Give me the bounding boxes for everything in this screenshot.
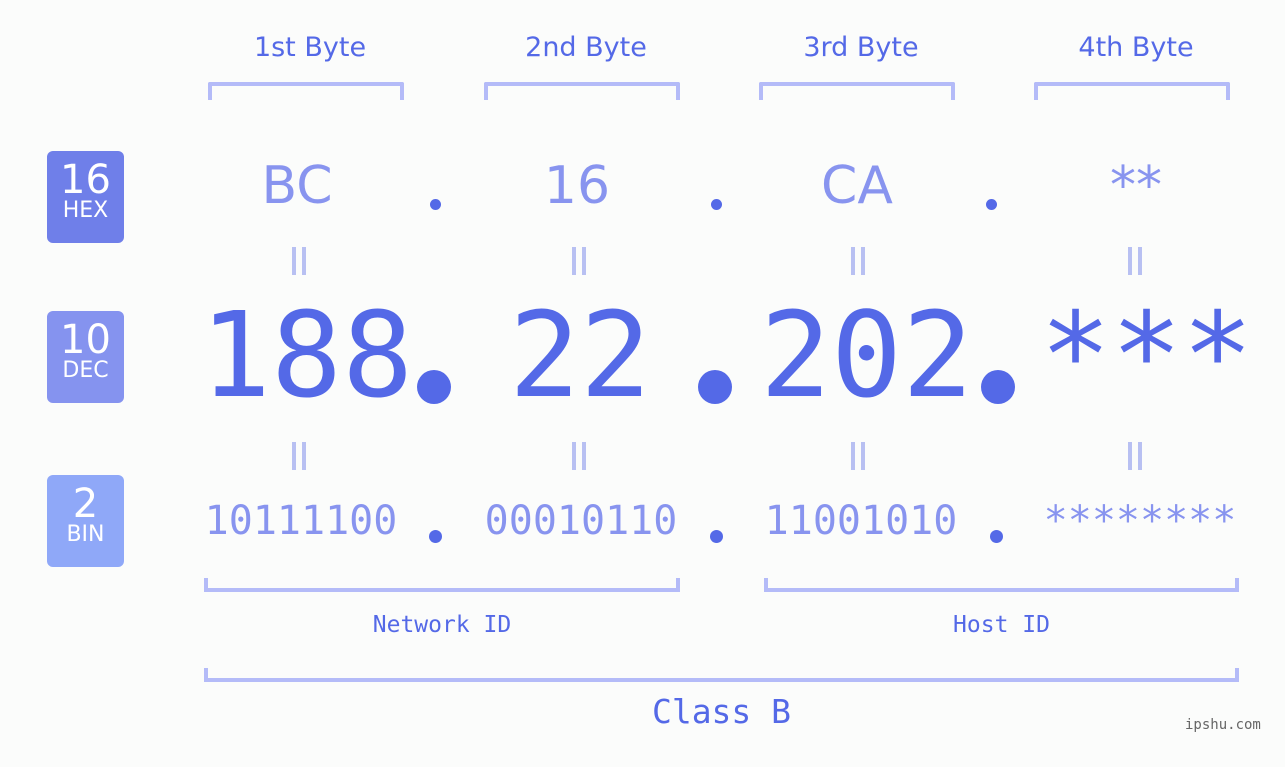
watermark: ipshu.com	[1185, 717, 1261, 733]
equals-icon	[1128, 442, 1142, 470]
dec-octet-2: 22	[508, 286, 652, 424]
hex-octet-1: BC	[261, 156, 333, 216]
hex-badge: 16 HEX	[47, 151, 124, 243]
equals-icon	[1128, 247, 1142, 275]
class-label: Class B	[651, 692, 792, 731]
dec-badge-base: 10	[60, 317, 111, 363]
dec-badge: 10 DEC	[47, 311, 124, 403]
equals-icon	[292, 247, 306, 275]
host-id-label: Host ID	[953, 612, 1050, 638]
bin-badge-base: 2	[72, 481, 99, 527]
dec-badge-label: DEC	[62, 358, 109, 383]
hex-dot-2	[711, 199, 722, 210]
dec-octet-3: 202	[760, 286, 974, 424]
equals-icon	[851, 247, 865, 275]
network-id-label: Network ID	[372, 612, 512, 638]
bin-octet-1: 10111100	[204, 498, 398, 544]
equals-icon	[572, 247, 586, 275]
bin-badge-label: BIN	[66, 522, 105, 547]
equals-icon	[572, 442, 586, 470]
equals-icon	[851, 442, 865, 470]
class-bracket	[204, 668, 1239, 682]
bin-dot-2	[710, 530, 723, 543]
bin-octet-3: 11001010	[764, 498, 958, 544]
dec-dot-3	[981, 370, 1015, 404]
bin-dot-3	[990, 530, 1003, 543]
byte-bracket-4	[1034, 82, 1230, 100]
bin-badge: 2 BIN	[47, 475, 124, 567]
bin-octet-4: ********	[1043, 498, 1237, 544]
bin-dot-1	[429, 530, 442, 543]
dec-dot-1	[417, 370, 451, 404]
byte-bracket-1	[208, 82, 404, 100]
byte-header-2: 2nd Byte	[525, 32, 647, 63]
byte-bracket-3	[759, 82, 955, 100]
byte-header-4: 4th Byte	[1078, 32, 1194, 63]
hex-octet-4: **	[1110, 156, 1162, 216]
equals-icon	[292, 442, 306, 470]
bin-octet-2: 00010110	[484, 498, 678, 544]
hex-dot-3	[986, 199, 997, 210]
hex-badge-label: HEX	[62, 198, 109, 223]
host-id-bracket	[764, 578, 1239, 592]
byte-header-1: 1st Byte	[253, 32, 367, 63]
byte-header-3: 3rd Byte	[803, 32, 919, 63]
byte-bracket-2	[484, 82, 680, 100]
hex-badge-base: 16	[60, 157, 111, 203]
dec-octet-4: ***	[1040, 286, 1254, 424]
hex-octet-2: 16	[543, 156, 611, 216]
network-id-bracket	[204, 578, 680, 592]
hex-octet-3: CA	[821, 156, 893, 216]
hex-dot-1	[430, 199, 441, 210]
dec-dot-2	[698, 370, 732, 404]
dec-octet-1: 188	[200, 286, 414, 424]
